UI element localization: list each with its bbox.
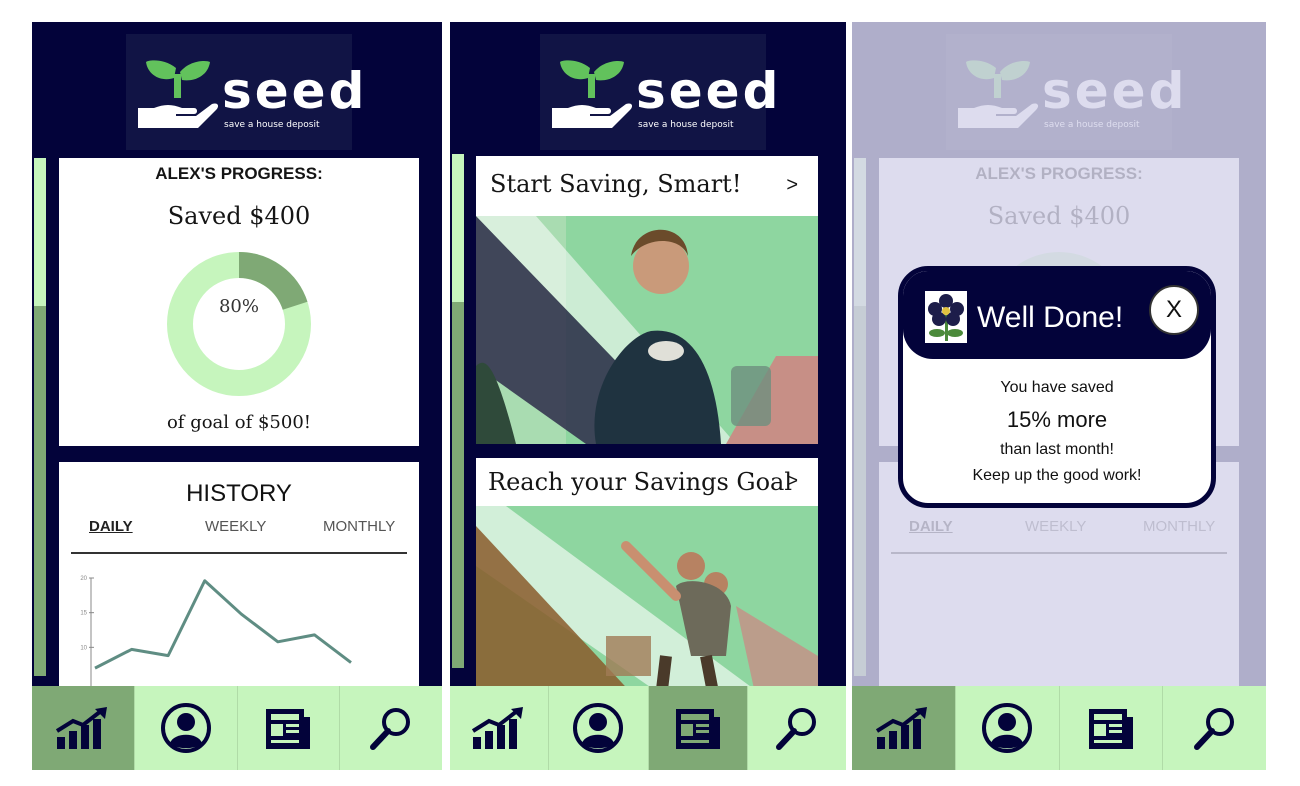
popup-line-4: Keep up the good work! xyxy=(972,467,1142,484)
popup-title: Well Done! xyxy=(977,301,1124,334)
close-button[interactable]: X xyxy=(1149,285,1199,335)
seed-logo: seed save a house deposit xyxy=(540,34,778,150)
nav-progress[interactable] xyxy=(450,686,550,770)
article-image xyxy=(476,506,818,698)
article-card[interactable]: Start Saving, Smart! > xyxy=(476,156,818,444)
article-title: Reach your Savings Goal xyxy=(488,468,793,496)
well-done-popup: Well Done! X You have saved 15% more tha… xyxy=(898,266,1216,508)
progress-donut xyxy=(167,252,311,396)
news-icon xyxy=(675,709,720,749)
search-icon xyxy=(1193,708,1234,750)
article-title: Start Saving, Smart! xyxy=(490,170,742,198)
flower-icon xyxy=(925,291,967,343)
brand-tagline: save a house deposit xyxy=(224,120,320,130)
news-icon xyxy=(266,709,311,749)
popup-line-1: You have saved xyxy=(1000,379,1114,396)
progress-card: ALEX'S PROGRESS: Saved $400 80% of goal … xyxy=(59,158,419,446)
bottom-nav xyxy=(450,686,846,770)
goal-text: of goal of $500! xyxy=(166,412,312,433)
history-line-chart: 20 15 10 xyxy=(80,576,352,692)
article-card[interactable]: Reach your Savings Goal > xyxy=(476,458,818,698)
nav-profile[interactable] xyxy=(549,686,649,770)
progress-title: ALEX'S PROGRESS: xyxy=(155,164,323,183)
article-header[interactable]: Reach your Savings Goal > xyxy=(476,458,818,506)
tab-weekly[interactable]: WEEKLY xyxy=(205,518,266,535)
nav-news[interactable] xyxy=(1060,686,1164,770)
bottom-nav xyxy=(852,686,1266,770)
bottom-nav xyxy=(32,686,442,770)
series-line xyxy=(94,579,352,670)
nav-search[interactable] xyxy=(340,686,442,770)
brand-tagline: save a house deposit xyxy=(638,120,734,130)
profile-icon xyxy=(573,703,624,753)
scrollbar-thumb[interactable] xyxy=(452,154,464,302)
seed-sprout-icon xyxy=(552,60,633,128)
scrollbar[interactable] xyxy=(452,154,464,668)
brand-name: seed xyxy=(636,62,782,120)
nav-news[interactable] xyxy=(238,686,341,770)
profile-icon xyxy=(160,703,211,753)
article-image xyxy=(476,216,818,444)
y-tick-label: 15 xyxy=(80,611,87,617)
search-icon xyxy=(370,708,411,750)
progress-screen: seed save a house deposit ALEX'S PROGRES… xyxy=(32,22,442,770)
search-icon xyxy=(775,708,816,750)
popup-header: Well Done! X xyxy=(903,271,1211,359)
nav-search[interactable] xyxy=(1163,686,1266,770)
tab-daily[interactable]: DAILY xyxy=(89,518,133,535)
nav-news[interactable] xyxy=(648,686,748,770)
scrollbar-thumb[interactable] xyxy=(34,158,46,306)
nav-search[interactable] xyxy=(748,686,846,770)
progress-percent: 80% xyxy=(218,296,259,317)
articles-screen: seed save a house deposit Start Saving, … xyxy=(450,22,846,770)
seed-sprout-icon xyxy=(138,60,219,128)
tab-divider xyxy=(71,552,407,554)
article-header[interactable]: Start Saving, Smart! > xyxy=(476,156,818,216)
chevron-right-icon[interactable]: > xyxy=(786,470,798,493)
profile-icon xyxy=(982,703,1033,753)
scrollbar[interactable] xyxy=(34,158,46,676)
seed-logo: seed save a house deposit xyxy=(126,34,364,150)
saved-amount: Saved $400 xyxy=(167,202,311,230)
y-tick-label: 20 xyxy=(80,576,87,582)
brand-name: seed xyxy=(222,62,368,120)
nav-profile[interactable] xyxy=(135,686,238,770)
y-tick-label: 10 xyxy=(80,645,87,651)
chevron-right-icon[interactable]: > xyxy=(786,174,798,197)
chart-icon xyxy=(472,707,524,749)
achievement-screen: seed save a house deposit ALEX'S PROGRES… xyxy=(852,22,1266,770)
news-icon xyxy=(1088,709,1133,749)
chart-icon xyxy=(55,707,107,749)
history-title: HISTORY xyxy=(186,480,292,507)
nav-profile[interactable] xyxy=(956,686,1060,770)
nav-progress[interactable] xyxy=(852,686,956,770)
tab-monthly[interactable]: MONTHLY xyxy=(323,518,395,535)
chart-icon xyxy=(876,707,928,749)
history-card: HISTORY DAILY WEEKLY MONTHLY 20 15 10 xyxy=(59,462,419,692)
nav-progress[interactable] xyxy=(32,686,135,770)
popup-line-3: than last month! xyxy=(1000,441,1114,458)
popup-highlight: 15% more xyxy=(1006,407,1108,432)
